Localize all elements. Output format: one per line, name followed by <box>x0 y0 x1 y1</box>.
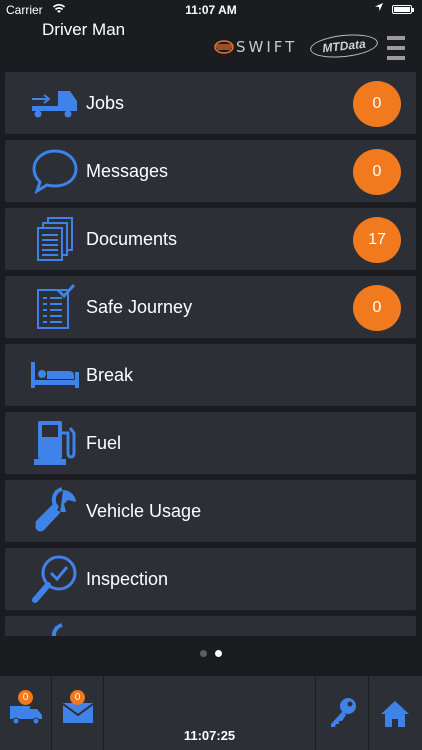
battery-icon <box>392 5 414 14</box>
footer-jobs-button[interactable]: 0 <box>0 676 52 750</box>
tile-label: Break <box>86 364 134 385</box>
tile-label: Documents <box>86 228 178 249</box>
tile-vehicle-usage[interactable]: Vehicle Usage <box>5 480 416 542</box>
truck-arrow-icon <box>29 78 81 128</box>
documents-icon <box>29 214 81 264</box>
checklist-icon <box>29 282 81 332</box>
tile-label: Inspection <box>86 568 169 589</box>
footer-key-button[interactable] <box>316 676 369 750</box>
footer-messages-badge: 0 <box>70 690 85 705</box>
tile-break[interactable]: Break <box>5 344 416 406</box>
footer-clock: 11:07:25 <box>183 728 236 743</box>
tile-inspection[interactable]: Inspection <box>5 548 416 610</box>
page-dot[interactable] <box>200 650 207 657</box>
tile-documents[interactable]: Documents 17 <box>5 208 416 270</box>
location-arrow-icon <box>375 3 383 11</box>
jobs-count-badge: 0 <box>353 81 401 127</box>
swift-logo: SWIFT <box>214 38 297 56</box>
footer-messages-button[interactable]: 0 <box>52 676 104 750</box>
mtdata-logo: MTData <box>309 31 379 61</box>
menu-icon[interactable] <box>387 36 405 60</box>
safe-journey-count-badge: 0 <box>353 285 401 331</box>
tile-fuel[interactable]: Fuel <box>5 412 416 474</box>
bed-icon <box>29 350 81 400</box>
tile-messages[interactable]: Messages 0 <box>5 140 416 202</box>
page-indicator[interactable] <box>0 650 422 660</box>
fuel-pump-icon <box>29 418 81 468</box>
status-bar: Carrier 11:07 AM <box>0 0 422 20</box>
tile-label: Vehicle Usage <box>86 500 202 521</box>
magnifier-check-icon <box>29 554 81 604</box>
wrench-icon <box>29 486 81 536</box>
footer-clock-area: 11:07:25 <box>104 676 316 750</box>
swift-logo-text: SWIFT <box>236 38 298 56</box>
wrench-icon <box>29 622 81 636</box>
messages-count-badge: 0 <box>353 149 401 195</box>
home-menu-list[interactable]: Jobs 0 Messages 0 Documents 17 Safe Jour… <box>0 66 422 636</box>
page-dot-active[interactable] <box>215 650 222 657</box>
tile-partial[interactable] <box>5 616 416 636</box>
footer-jobs-badge: 0 <box>18 690 33 705</box>
swift-logo-mark-icon <box>214 40 234 54</box>
tile-safe-journey[interactable]: Safe Journey 0 <box>5 276 416 338</box>
driver-name: Driver Man <box>42 20 126 39</box>
envelope-icon <box>62 703 94 723</box>
documents-count-badge: 17 <box>353 217 401 263</box>
truck-icon <box>10 706 42 725</box>
tile-jobs[interactable]: Jobs 0 <box>5 72 416 134</box>
bottom-toolbar: 0 0 11:07:25 <box>0 676 422 750</box>
app-header: Driver Man SWIFT MTData <box>0 20 422 66</box>
status-time: 11:07 AM <box>185 3 237 17</box>
key-icon <box>331 698 356 727</box>
tile-label: Fuel <box>86 432 122 453</box>
footer-home-button[interactable] <box>369 676 422 750</box>
tile-label: Safe Journey <box>86 296 193 317</box>
tile-label: Jobs <box>86 92 125 113</box>
home-icon <box>381 701 409 727</box>
tile-label: Messages <box>86 160 169 181</box>
chat-bubble-icon <box>29 146 81 196</box>
